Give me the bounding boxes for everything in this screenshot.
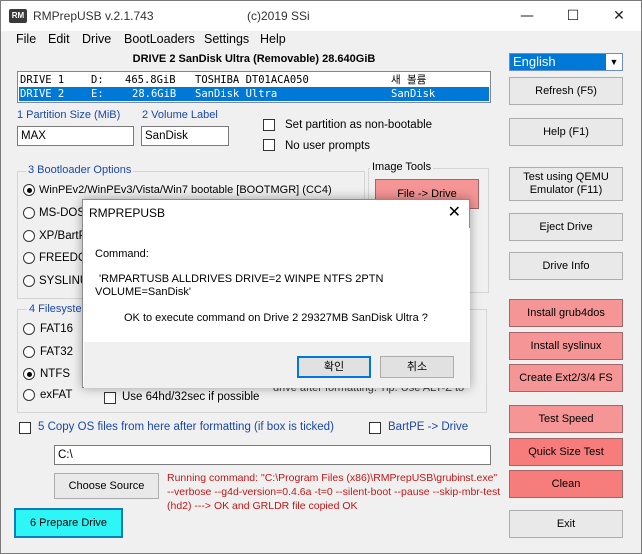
status-text: Running command: "C:\Program Files (x86)… [167, 472, 501, 512]
ok-button[interactable]: 확인 [297, 356, 371, 378]
window-title: RMPrepUSB v.2.1.743 [33, 9, 154, 23]
dialog-command-label: Command: [95, 248, 149, 260]
choose-source-button[interactable]: Choose Source [54, 473, 159, 499]
close-icon[interactable]: ✕ [596, 1, 642, 31]
menu-settings[interactable]: Settings [204, 32, 249, 46]
bootloader-winpe-label: WinPEv2/WinPEv3/Vista/Win7 bootable [BOO… [39, 184, 332, 196]
no-prompts-checkbox[interactable] [263, 139, 275, 151]
language-value: English [513, 54, 556, 69]
drive-model: SanDisk Ultra [195, 88, 278, 100]
drive-model: TOSHIBA DT01ACA050 [195, 74, 309, 86]
filesystem-group-title: 4 Filesyste [27, 303, 84, 315]
drive-size: 465.8GiB [125, 74, 176, 86]
fs-radio-fat32[interactable] [23, 346, 35, 358]
drive-size: 28.6GiB [132, 88, 177, 100]
bootloader-syslinux-label: SYSLINU [39, 275, 89, 287]
menu-bootloaders[interactable]: BootLoaders [124, 32, 195, 46]
drive-letter: D: [91, 74, 104, 86]
hd32-label: Use 64hd/32sec if possible [122, 391, 260, 403]
bootloader-freedos-label: FREEDO [39, 252, 87, 264]
fs-radio-fat16[interactable] [23, 323, 35, 335]
quick-size-test-button[interactable]: Quick Size Test [509, 438, 623, 466]
copy-os-checkbox[interactable] [19, 422, 31, 434]
copy-os-label: 5 Copy OS files from here after formatti… [38, 421, 334, 433]
title-bar: RM RMPrepUSB v.2.1.743 (c)2019 SSi — ☐ ✕ [1, 1, 641, 31]
bootloader-group-title: 3 Bootloader Options [26, 164, 134, 176]
exit-button[interactable]: Exit [509, 510, 623, 538]
cancel-button[interactable]: 취소 [380, 356, 454, 378]
fs-fat32-label: FAT32 [40, 346, 74, 358]
dialog-command-line2: VOLUME=SanDisk' [95, 286, 191, 298]
install-syslinux-button[interactable]: Install syslinux [509, 332, 623, 360]
qemu-button[interactable]: Test using QEMU Emulator (F11) [509, 167, 623, 201]
image-tools-title: Image Tools [370, 161, 434, 173]
menu-help[interactable]: Help [260, 32, 286, 46]
drive-list[interactable]: DRIVE 1 D: 465.8GiB TOSHIBA DT01ACA050 새… [17, 71, 491, 103]
drive-info-button[interactable]: Drive Info [509, 252, 623, 280]
bootloader-msdos-label: MS-DOS [39, 207, 85, 219]
fs-fat16-label: FAT16 [40, 323, 74, 335]
dialog-close-icon[interactable]: ✕ [448, 202, 461, 221]
fs-exfat-label: exFAT [40, 389, 73, 401]
drive-name: DRIVE 1 [20, 74, 65, 86]
menu-drive[interactable]: Drive [82, 32, 111, 46]
non-bootable-label: Set partition as non-bootable [285, 119, 433, 131]
confirm-dialog: RMPREPUSB ✕ Command: 'RMPARTUSB ALLDRIVE… [82, 199, 470, 388]
clean-button[interactable]: Clean [509, 470, 623, 498]
dialog-title: RMPREPUSB [89, 206, 166, 220]
main-window: RM RMPrepUSB v.2.1.743 (c)2019 SSi — ☐ ✕… [0, 0, 642, 554]
language-select[interactable]: English ▼ [509, 53, 623, 71]
bootloader-radio-msdos[interactable] [23, 207, 35, 219]
drive-row-1[interactable]: DRIVE 1 D: 465.8GiB TOSHIBA DT01ACA050 새… [19, 73, 489, 87]
volume-label-input[interactable]: SanDisk [141, 126, 229, 146]
menu-file[interactable]: File [16, 32, 36, 46]
refresh-button[interactable]: Refresh (F5) [509, 77, 623, 105]
bootloader-radio-winpe[interactable] [23, 184, 35, 196]
non-bootable-checkbox[interactable] [263, 119, 275, 131]
bartpe-checkbox[interactable] [369, 422, 381, 434]
bootloader-radio-syslinux[interactable] [23, 275, 35, 287]
source-path-input[interactable]: C:\ [54, 445, 491, 465]
maximize-icon[interactable]: ☐ [550, 1, 596, 31]
minimize-icon[interactable]: — [504, 1, 550, 31]
menu-edit[interactable]: Edit [48, 32, 70, 46]
dialog-footer: 확인 취소 [84, 342, 470, 388]
drive-label: SanDisk [391, 88, 436, 100]
install-grub4dos-button[interactable]: Install grub4dos [509, 299, 623, 327]
fs-ntfs-label: NTFS [40, 368, 71, 380]
test-speed-button[interactable]: Test Speed [509, 405, 623, 433]
hd32-checkbox[interactable] [104, 392, 116, 404]
partition-size-label: 1 Partition Size (MiB) [17, 109, 121, 121]
menu-bar: File Edit Drive BootLoaders Settings Hel… [1, 31, 641, 49]
bootloader-radio-freedos[interactable] [23, 252, 35, 264]
drive-header: DRIVE 2 SanDisk Ultra (Removable) 28.640… [132, 53, 376, 65]
drive-row-2[interactable]: DRIVE 2 E: 28.6GiB SanDisk Ultra SanDisk [19, 87, 489, 101]
copyright-text: (c)2019 SSi [247, 9, 310, 23]
qemu-label-line2: Emulator (F11) [529, 184, 603, 196]
no-prompts-label: No user prompts [285, 140, 371, 152]
qemu-label-line1: Test using QEMU [523, 171, 609, 183]
partition-size-input[interactable]: MAX [17, 126, 134, 146]
bootloader-xp-label: XP/BartP [39, 230, 87, 242]
drive-label: 새 볼륨 [391, 74, 427, 86]
help-button[interactable]: Help (F1) [509, 118, 623, 146]
dialog-body: Command: 'RMPARTUSB ALLDRIVES DRIVE=2 WI… [84, 228, 470, 342]
drive-letter: E: [91, 88, 104, 100]
create-ext-fs-button[interactable]: Create Ext2/3/4 FS [509, 364, 623, 392]
dialog-question: OK to execute command on Drive 2 29327MB… [124, 312, 428, 324]
chevron-down-icon[interactable]: ▼ [606, 54, 622, 70]
fs-radio-ntfs[interactable] [23, 368, 35, 380]
eject-drive-button[interactable]: Eject Drive [509, 213, 623, 241]
app-icon: RM [9, 9, 27, 23]
bootloader-radio-xp[interactable] [23, 230, 35, 242]
bartpe-label: BartPE -> Drive [388, 421, 469, 433]
fs-radio-exfat[interactable] [23, 389, 35, 401]
volume-label-label: 2 Volume Label [142, 109, 218, 121]
drive-name: DRIVE 2 [20, 88, 65, 100]
prepare-drive-button[interactable]: 6 Prepare Drive [14, 508, 123, 538]
dialog-command-line1: 'RMPARTUSB ALLDRIVES DRIVE=2 WINPE NTFS … [99, 273, 384, 285]
